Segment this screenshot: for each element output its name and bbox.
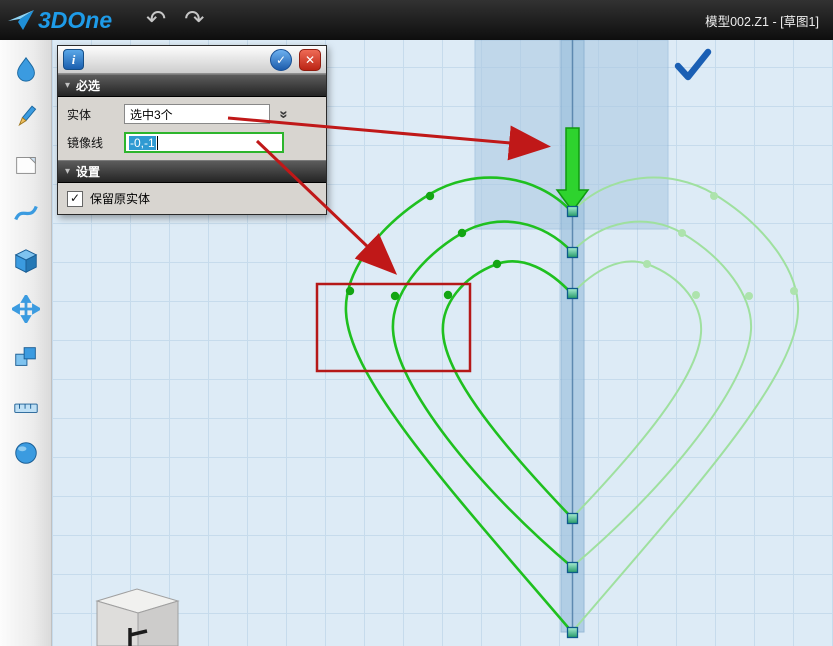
curve-tool-icon[interactable] <box>9 196 42 229</box>
mirror-line-value: -0,-1 <box>129 136 156 150</box>
mirror-line-input[interactable]: -0,-1 <box>124 132 284 153</box>
measure-tool-icon[interactable] <box>9 388 42 421</box>
mirror-dialog: i ✓ ✕ ▾ 必选 实体 选中3个 » 镜像线 -0,-1 <box>57 45 327 215</box>
undo-icon[interactable]: ↶ <box>146 8 166 32</box>
settings-section-label: 设置 <box>76 163 100 180</box>
sketch-plane-icon[interactable] <box>9 148 42 181</box>
paint-tool-icon[interactable] <box>9 52 42 85</box>
chevron-down-icon: ▾ <box>65 166 70 177</box>
mirrored-heart-curves <box>572 178 798 632</box>
entity-value: 选中3个 <box>130 106 173 123</box>
move-tool-icon[interactable] <box>9 292 42 325</box>
chevron-down-icon: ▾ <box>65 80 70 91</box>
assembly-tool-icon[interactable] <box>9 340 42 373</box>
mirror-line-label: 镜像线 <box>67 134 124 151</box>
entity-row: 实体 选中3个 » <box>67 104 317 124</box>
title-bar: 3DOne ↶ ↷ 模型002.Z1 - [草图1] <box>0 0 833 40</box>
solid-cube-icon[interactable] <box>9 244 42 277</box>
heart-curve-outer[interactable] <box>346 178 572 632</box>
logo-text: 3DOne <box>38 7 112 34</box>
info-icon[interactable]: i <box>63 49 84 70</box>
keep-original-label: 保留原实体 <box>90 190 150 207</box>
logo-plane-icon <box>8 9 35 31</box>
entity-label: 实体 <box>67 106 124 123</box>
view-cube[interactable] <box>97 589 178 646</box>
cancel-button[interactable]: ✕ <box>299 49 321 71</box>
double-chevron-icon[interactable]: » <box>280 106 288 123</box>
tool-sidebar <box>0 40 52 646</box>
dialog-title-bar: i ✓ ✕ <box>58 46 326 74</box>
ok-button[interactable]: ✓ <box>270 49 292 71</box>
mirror-line-row: 镜像线 -0,-1 <box>67 132 317 153</box>
settings-section-header[interactable]: ▾ 设置 <box>58 160 326 183</box>
document-title: 模型002.Z1 - [草图1] <box>705 0 819 40</box>
required-section-label: 必选 <box>76 77 100 94</box>
heart-curve-inner[interactable] <box>443 261 572 518</box>
redo-icon[interactable]: ↷ <box>184 8 204 32</box>
heart-curves-original[interactable] <box>346 178 572 632</box>
text-caret <box>157 136 158 150</box>
confirm-sketch-check-icon[interactable] <box>678 52 708 77</box>
sphere-tool-icon[interactable] <box>9 436 42 469</box>
required-section-header[interactable]: ▾ 必选 <box>58 74 326 97</box>
app-window: 3DOne ↶ ↷ 模型002.Z1 - [草图1] <box>0 0 833 646</box>
keep-original-option[interactable]: ✓ 保留原实体 <box>67 190 317 207</box>
app-logo: 3DOne <box>8 7 112 34</box>
entity-dropdown[interactable]: 选中3个 <box>124 104 270 124</box>
heart-curve-middle[interactable] <box>393 222 572 567</box>
brush-tool-icon[interactable] <box>9 100 42 133</box>
keep-original-checkbox[interactable]: ✓ <box>67 191 83 207</box>
